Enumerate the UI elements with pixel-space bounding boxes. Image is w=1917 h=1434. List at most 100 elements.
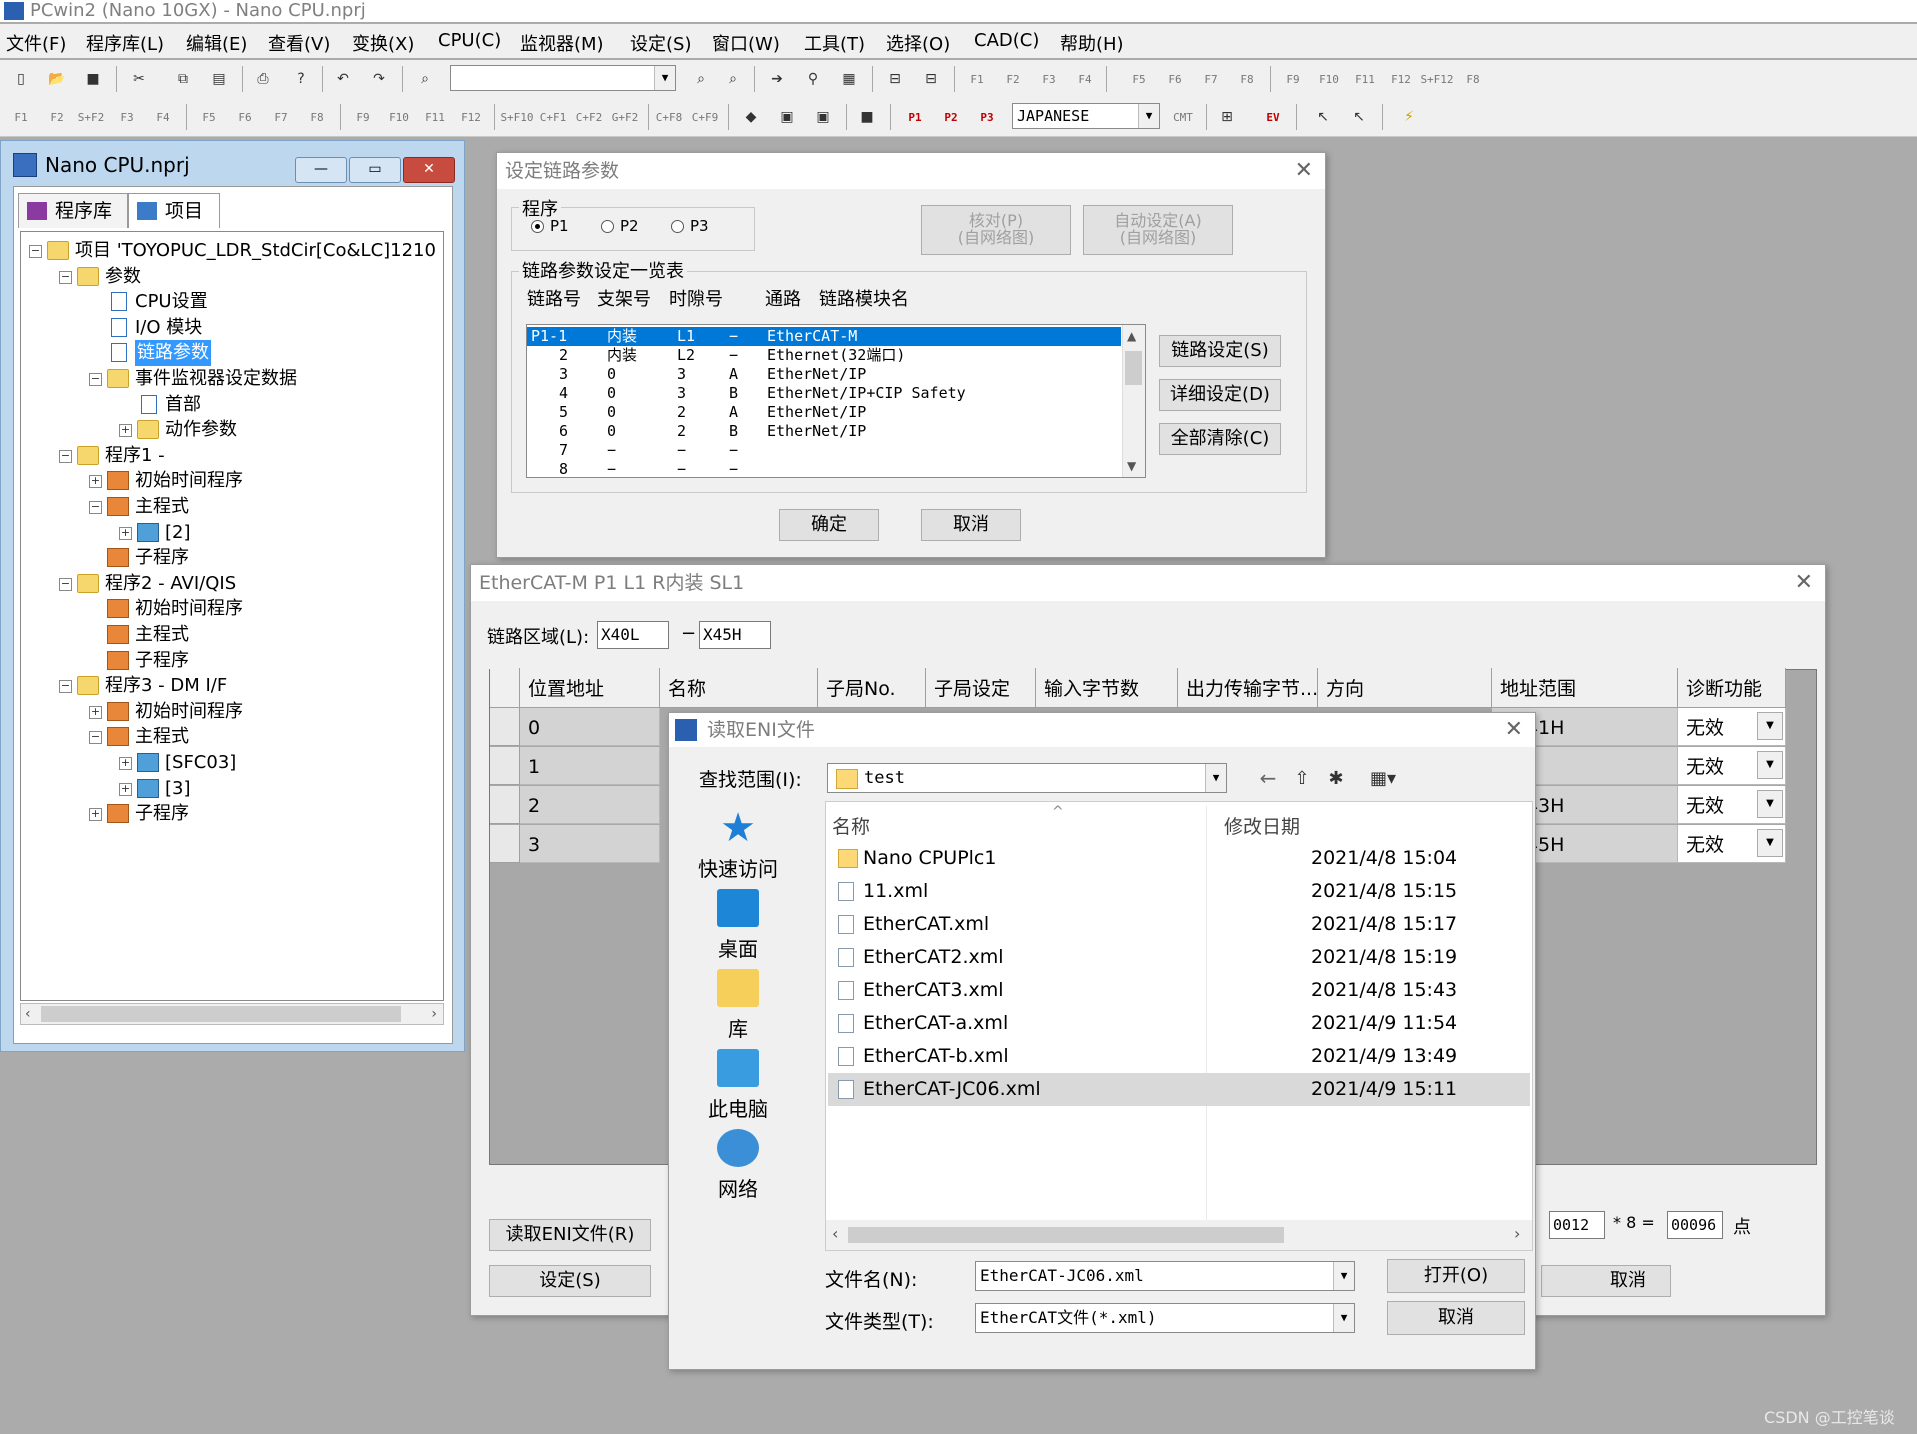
menu-view[interactable]: 查看(V) [268,30,330,56]
chevron-down-icon[interactable]: ▼ [1205,764,1226,792]
expand-icon[interactable]: + [89,808,102,822]
link-row[interactable]: 8 − − − [527,460,1121,477]
read-eni-button[interactable]: 读取ENI文件(R) [489,1219,651,1251]
scroll-left-icon[interactable]: ‹ [25,1004,31,1024]
link-row[interactable]: 5 0 2 A EtherNet/IP [527,403,1121,422]
collapse-icon[interactable]: − [29,245,42,258]
language-select[interactable]: JAPANESE ▼ [1012,103,1160,129]
calc-value2[interactable]: 00096 [1667,1211,1723,1239]
chevron-down-icon[interactable]: ▼ [1757,829,1783,857]
fkey-sf8-icon[interactable]: F8 [1460,66,1486,92]
zoom-icon[interactable]: ⚲ [800,66,826,92]
grid-icon[interactable]: ▦ [836,66,862,92]
scroll-up-icon[interactable]: ▲ [1127,329,1136,343]
cmt-button[interactable]: CMT [1170,104,1196,130]
ladder-f8-icon[interactable]: F8 [304,104,330,130]
link-row[interactable]: 7 − − − [527,441,1121,460]
fkey-f2-icon[interactable]: F2 [1000,66,1026,92]
fkey-sf12-icon[interactable]: S+F12 [1420,66,1453,92]
menu-library[interactable]: 程序库(L) [86,30,164,56]
menu-monitor[interactable]: 监视器(M) [520,30,604,56]
chevron-down-icon[interactable]: ▼ [1333,1262,1354,1290]
network-icon[interactable]: ⊞ [1214,104,1240,130]
scroll-left-icon[interactable]: ‹ [832,1224,838,1243]
grid-column-header[interactable]: 子局设定 [926,668,1036,708]
ladder-f6-icon[interactable]: F6 [232,104,258,130]
redo-icon[interactable]: ↷ [366,66,392,92]
print-icon[interactable]: ⎙ [250,66,276,92]
help-icon[interactable]: ? [288,66,314,92]
detail-setting-button[interactable]: 详细设定(D) [1159,379,1281,411]
menu-edit[interactable]: 编辑(E) [186,30,247,56]
link-row[interactable]: 2 内装 L2 − Ethernet(32端口) [527,346,1121,365]
filename-input[interactable]: EtherCAT-JC06.xml ▼ [975,1261,1355,1291]
auto-set-button[interactable]: 自动设定(A) (自网络图) [1083,205,1233,255]
collapse-icon[interactable]: − [89,501,102,514]
open-button[interactable]: 打开(O) [1387,1259,1525,1293]
minimize-button[interactable]: — [295,157,347,183]
ladder-f12-icon[interactable]: F12 [458,104,484,130]
nav-network[interactable]: 网络 [693,1129,783,1202]
fkey-f9-icon[interactable]: F9 [1280,66,1306,92]
ladder-cf8-icon[interactable]: C+F8 [656,104,683,130]
file-row[interactable]: Nano CPUPlc1 2021/4/8 15:04 [828,842,1530,875]
collapse-icon[interactable]: − [89,373,102,386]
ladder-f10-icon[interactable]: F10 [386,104,412,130]
grid-row-header[interactable] [490,825,520,863]
fkey-f6-icon[interactable]: F6 [1162,66,1188,92]
ladder-f9-icon[interactable]: F9 [350,104,376,130]
ethercat-cancel-button[interactable]: 取消 [1541,1265,1671,1297]
back-icon[interactable]: ← [1255,765,1281,791]
menu-cpu[interactable]: CPU(C) [438,30,501,51]
expand-icon[interactable]: + [119,526,132,540]
tab-library[interactable]: 程序库 [18,193,128,228]
link-row[interactable]: P1-1 内装 L1 − EtherCAT-M [527,327,1121,346]
grid-cell-diagnostic[interactable]: 无效 ▼ [1678,747,1786,785]
expand-icon[interactable]: + [119,757,132,770]
expand-icon[interactable]: + [89,475,102,489]
filetype-select[interactable]: EtherCAT文件(*.xml) ▼ [975,1303,1355,1333]
fkey-f12-icon[interactable]: F12 [1388,66,1414,92]
collapse-icon[interactable]: − [89,731,102,745]
cancel-button[interactable]: 取消 [921,509,1021,541]
menu-options[interactable]: 选择(O) [886,30,950,56]
file-row[interactable]: EtherCAT-a.xml 2021/4/9 11:54 [828,1007,1530,1040]
nav-library[interactable]: 库 [693,969,783,1042]
scroll-right-icon[interactable]: › [1514,1224,1520,1243]
collapse-icon[interactable]: − [59,449,72,463]
link-row[interactable]: 6 0 2 B EtherNet/IP [527,422,1121,441]
menu-cad[interactable]: CAD(C) [974,30,1039,51]
list-scrollbar[interactable]: ▲ ▼ [1122,325,1145,477]
grid-cell-position[interactable]: 0 [520,708,660,746]
menu-convert[interactable]: 变换(X) [352,30,414,56]
ladder-cf2-icon[interactable]: C+F2 [576,104,603,130]
find-icon[interactable]: ⌕ [412,66,438,92]
fkey-f10-icon[interactable]: F10 [1316,66,1342,92]
grid-column-header[interactable]: 出力传输字节... [1178,668,1318,708]
copy-icon[interactable]: ⧉ [170,66,196,92]
fkey-f5-icon[interactable]: F5 [1126,66,1152,92]
cut-icon[interactable]: ✂ [126,66,152,92]
ladder-f3-icon[interactable]: F3 [114,104,140,130]
collapse-icon[interactable]: − [59,577,72,591]
fkey-f1-icon[interactable]: F1 [964,66,990,92]
link-area-from[interactable]: X40L [597,621,669,649]
link-row[interactable]: 4 0 3 B EtherNet/IP+CIP Safety [527,384,1121,403]
pointer-icon[interactable]: ↖ [1310,104,1336,130]
grid-row-header[interactable] [490,747,520,785]
chevron-down-icon[interactable]: ▼ [1757,712,1783,740]
file-cancel-button[interactable]: 取消 [1387,1301,1525,1335]
ladder-cf9-icon[interactable]: C+F9 [692,104,719,130]
ok-button[interactable]: 确定 [779,509,879,541]
link-area-to[interactable]: X45H [699,621,771,649]
menu-window[interactable]: 窗口(W) [712,30,780,56]
scroll-down-icon[interactable]: ▼ [1127,459,1136,473]
file-row[interactable]: EtherCAT-JC06.xml 2021/4/9 15:11 [828,1073,1530,1106]
maximize-button[interactable]: ▭ [349,157,401,183]
scroll-thumb[interactable] [1125,351,1142,385]
grid-column-header[interactable]: 方向 [1318,668,1492,708]
radio-p2[interactable]: P2 [601,217,639,235]
chevron-down-icon[interactable]: ▼ [1138,104,1159,128]
p3-button[interactable]: P3 [974,104,1000,130]
link-row[interactable]: 3 0 3 A EtherNet/IP [527,365,1121,384]
